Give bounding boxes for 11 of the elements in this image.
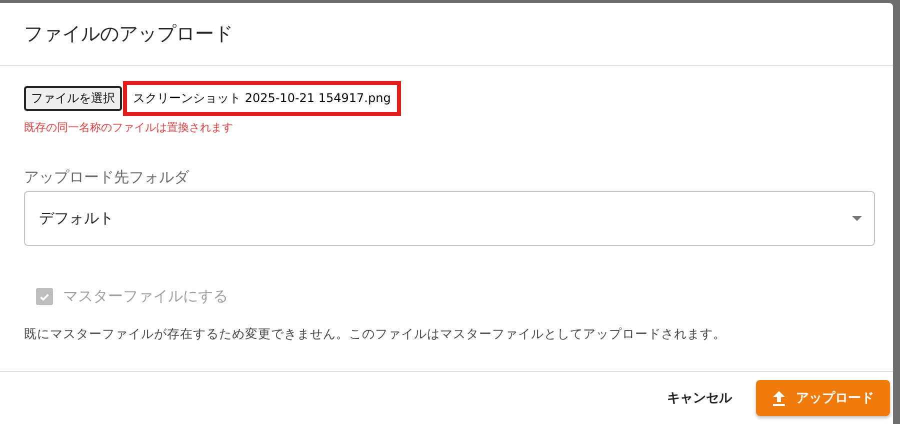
dialog-title: ファイルのアップロード — [24, 22, 233, 47]
field-label: アップロード先フォルダ — [24, 168, 190, 187]
cancel-button[interactable]: キャンセル — [657, 381, 742, 415]
note-text: 既にマスターファイルが存在するため変更できません。このファイルはマスターファイルとしてアップロードされます。 — [24, 326, 727, 343]
folder-select[interactable]: デフォルト — [24, 191, 875, 246]
choose-file-button[interactable]: ファイルを選択 — [24, 86, 122, 110]
warning-text: 既存の同一名称のファイルは置換されます — [24, 120, 234, 135]
caret-icon — [852, 216, 862, 221]
file-name: スクリーンショット 2025-10-21 154917.png — [123, 80, 401, 116]
upload-icon — [772, 390, 786, 406]
checkbox-label: マスターファイルにする — [63, 287, 228, 306]
